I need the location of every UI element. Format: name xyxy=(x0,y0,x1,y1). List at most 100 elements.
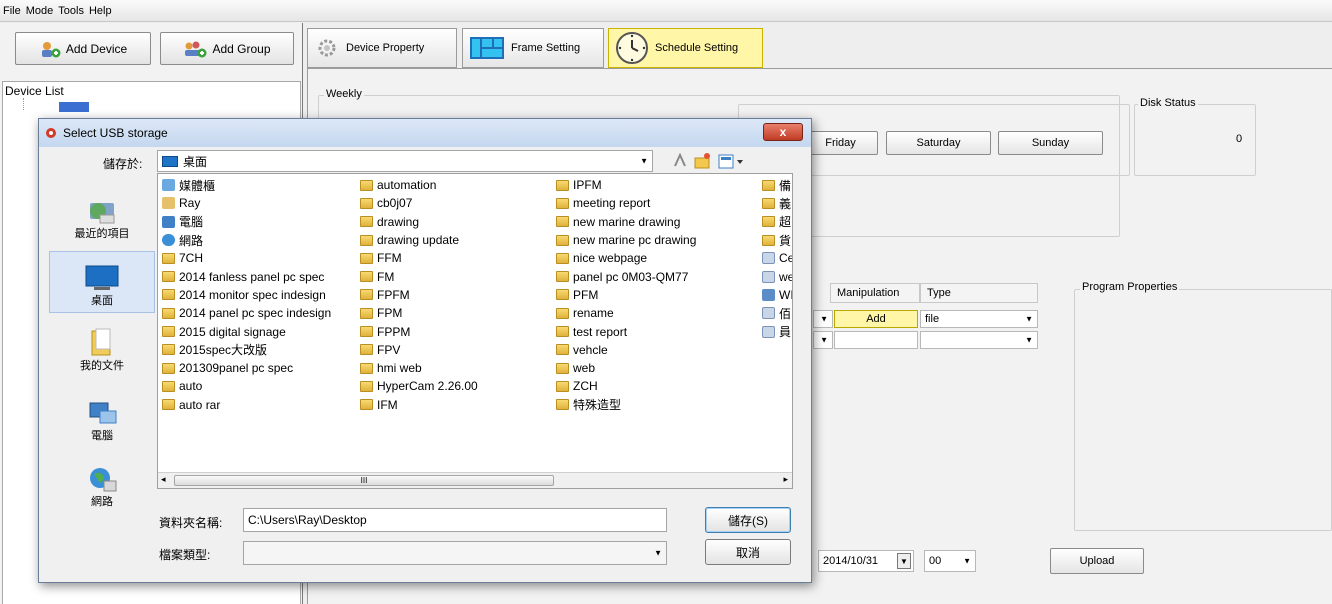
row2-manipulation-cell[interactable] xyxy=(834,331,918,349)
list-item[interactable]: 電腦 xyxy=(162,213,331,231)
file-name: drawing xyxy=(377,214,420,229)
list-item[interactable]: nice webpage xyxy=(556,249,696,267)
list-item[interactable]: FPPM xyxy=(360,322,478,340)
list-item[interactable]: web xyxy=(556,359,696,377)
list-item[interactable]: FPM xyxy=(360,304,478,322)
place-network[interactable]: 網路 xyxy=(49,455,155,513)
save-button[interactable]: 儲存(S) xyxy=(705,507,791,533)
menu-tools[interactable]: Tools xyxy=(58,5,84,17)
row2-type-select[interactable]: ▼ xyxy=(920,331,1038,349)
list-item[interactable]: 2015spec大改版 xyxy=(162,341,331,359)
list-item[interactable]: new marine pc drawing xyxy=(556,231,696,249)
folder-icon xyxy=(360,307,373,319)
menu-file[interactable]: File xyxy=(3,5,21,17)
list-item[interactable]: auto xyxy=(162,377,331,395)
list-item[interactable]: 員 xyxy=(762,322,792,340)
scroll-thumb[interactable]: III xyxy=(174,475,554,486)
row1-dropdown[interactable]: ▼ xyxy=(813,310,833,328)
list-item[interactable]: FPFM xyxy=(360,286,478,304)
list-item[interactable]: test report xyxy=(556,322,696,340)
list-item[interactable]: 貨 xyxy=(762,231,792,249)
dialog-title-bar[interactable]: Select USB storage x xyxy=(39,119,811,147)
list-item[interactable]: new marine drawing xyxy=(556,213,696,231)
list-item[interactable]: drawing update xyxy=(360,231,478,249)
add-device-button[interactable]: Add Device xyxy=(15,32,151,65)
list-item[interactable]: 特殊造型 xyxy=(556,396,696,414)
list-item[interactable]: we xyxy=(762,267,792,285)
file-name: 義 xyxy=(779,196,792,211)
close-button[interactable]: x xyxy=(763,123,803,141)
list-item[interactable]: 佰 xyxy=(762,304,792,322)
tab-frame-setting[interactable]: Frame Setting xyxy=(462,28,604,68)
list-item[interactable]: 備 xyxy=(762,176,792,194)
place-desktop[interactable]: 桌面 xyxy=(49,251,155,313)
list-item[interactable]: WI xyxy=(762,286,792,304)
list-item[interactable]: ZCH xyxy=(556,377,696,395)
menu-mode[interactable]: Mode xyxy=(26,5,54,17)
tab-schedule-setting[interactable]: Schedule Setting xyxy=(608,28,763,68)
network-icon xyxy=(162,234,175,247)
list-item[interactable]: IPFM xyxy=(556,176,696,194)
place-recent[interactable]: 最近的項目 xyxy=(49,187,155,245)
list-item[interactable]: FFM xyxy=(360,249,478,267)
list-item[interactable]: automation xyxy=(360,176,478,194)
dropdown-arrow-icon: ▼ xyxy=(1025,314,1033,324)
tab-device-property[interactable]: Device Property xyxy=(307,28,457,68)
hour-select[interactable]: 00 ▼ xyxy=(924,550,976,572)
place-documents[interactable]: 我的文件 xyxy=(49,319,155,377)
calendar-dropdown-icon[interactable]: ▼ xyxy=(897,553,911,569)
list-item[interactable]: 網路 xyxy=(162,231,331,249)
list-item[interactable]: 2014 monitor spec indesign xyxy=(162,286,331,304)
list-item[interactable]: 201309panel pc spec xyxy=(162,359,331,377)
file-name: hmi web xyxy=(377,361,422,376)
list-item[interactable]: 2015 digital signage xyxy=(162,322,331,340)
cancel-button[interactable]: 取消 xyxy=(705,539,791,565)
list-item[interactable]: 超 xyxy=(762,213,792,231)
list-item[interactable]: PFM xyxy=(556,286,696,304)
folder-name-input[interactable]: C:\Users\Ray\Desktop xyxy=(243,508,667,532)
sunday-button[interactable]: Sunday xyxy=(998,131,1103,155)
list-item[interactable]: 義 xyxy=(762,194,792,212)
file-list[interactable]: 媒體櫃 Ray 電腦 網路 7CH 2014 fanless panel pc … xyxy=(157,173,793,489)
horizontal-scrollbar[interactable]: ◂ III ▸ xyxy=(158,472,792,488)
date-picker[interactable]: 2014/10/31 ▼ xyxy=(818,550,914,572)
dialog-title: Select USB storage xyxy=(63,126,168,140)
place-computer[interactable]: 電腦 xyxy=(49,389,155,447)
add-group-button[interactable]: Add Group xyxy=(160,32,294,65)
list-item[interactable]: FPV xyxy=(360,341,478,359)
save-in-select[interactable]: 桌面 ▼ xyxy=(157,150,653,172)
friday-button[interactable]: Friday xyxy=(803,131,878,155)
list-item[interactable]: 2014 panel pc spec indesign xyxy=(162,304,331,322)
list-item[interactable]: IFM xyxy=(360,396,478,414)
list-item[interactable]: 7CH xyxy=(162,249,331,267)
gear-icon xyxy=(318,39,336,57)
file-name: 超 xyxy=(779,215,792,230)
scroll-right-arrow-icon[interactable]: ▸ xyxy=(783,474,788,485)
program-properties-group xyxy=(1074,289,1332,531)
list-item[interactable]: HyperCam 2.26.00 xyxy=(360,377,478,395)
list-item[interactable]: cb0j07 xyxy=(360,194,478,212)
add-button[interactable]: Add xyxy=(834,310,918,328)
file-type-select[interactable]: ▼ xyxy=(243,541,667,565)
list-item[interactable]: FM xyxy=(360,267,478,285)
list-item[interactable]: auto rar xyxy=(162,396,331,414)
list-item[interactable]: hmi web xyxy=(360,359,478,377)
menu-help[interactable]: Help xyxy=(89,5,112,17)
type-select[interactable]: file ▼ xyxy=(920,310,1038,328)
row2-dropdown[interactable]: ▼ xyxy=(813,331,833,349)
saturday-button[interactable]: Saturday xyxy=(886,131,991,155)
weekly-label: Weekly xyxy=(324,88,364,100)
list-item[interactable]: Ce xyxy=(762,249,792,267)
list-item[interactable]: 2014 fanless panel pc spec xyxy=(162,267,331,285)
list-item[interactable]: panel pc 0M03-QM77 xyxy=(556,267,696,285)
upload-button[interactable]: Upload xyxy=(1050,548,1144,574)
list-item[interactable]: 媒體櫃 xyxy=(162,176,331,194)
folder-icon xyxy=(162,271,175,283)
tree-node-selected[interactable] xyxy=(59,102,89,112)
list-item[interactable]: Ray xyxy=(162,194,331,212)
list-item[interactable]: drawing xyxy=(360,213,478,231)
list-item[interactable]: vehcle xyxy=(556,341,696,359)
scroll-left-arrow-icon[interactable]: ◂ xyxy=(161,474,166,485)
list-item[interactable]: meeting report xyxy=(556,194,696,212)
list-item[interactable]: rename xyxy=(556,304,696,322)
